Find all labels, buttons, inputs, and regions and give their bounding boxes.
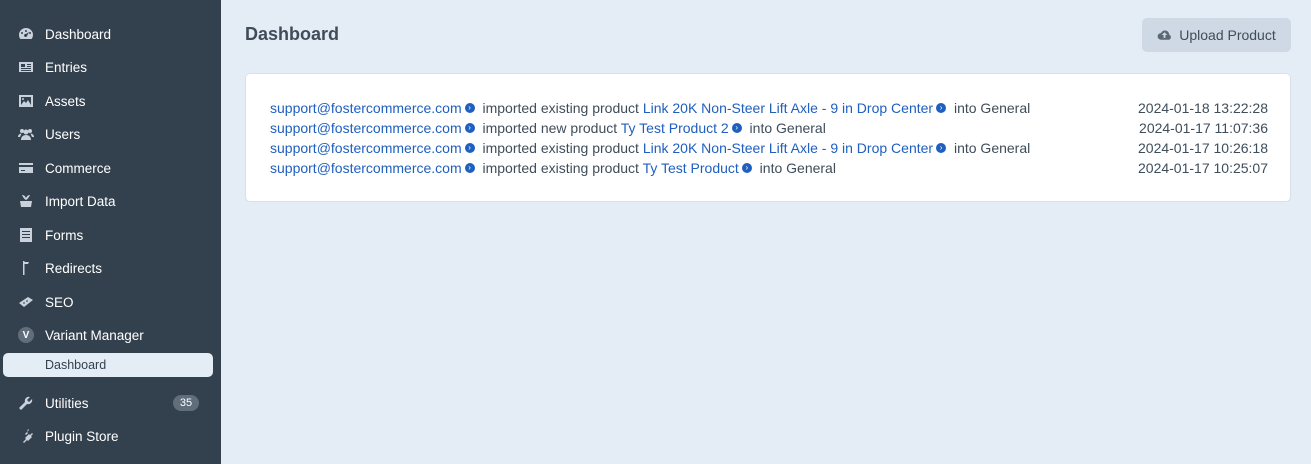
sidebar-item-label: Dashboard <box>45 26 112 42</box>
log-product-link[interactable]: Link 20K Non-Steer Lift Axle - 9 in Drop… <box>643 140 933 156</box>
arrow-circle-icon[interactable]: › <box>936 103 947 114</box>
sidebar: Dashboard Entries Assets Users Commerce … <box>0 0 221 464</box>
sidebar-item-dashboard[interactable]: Dashboard <box>0 19 221 49</box>
sidebar-item-redirects[interactable]: Redirects <box>0 253 221 283</box>
log-suffix: into General <box>950 140 1031 156</box>
sidebar-item-plugin-store[interactable]: Plugin Store <box>0 421 221 451</box>
import-icon <box>17 192 35 210</box>
sidebar-item-label: Import Data <box>45 193 116 209</box>
arrow-circle-icon[interactable]: › <box>464 123 475 134</box>
seo-icon <box>17 293 35 311</box>
sidebar-item-utilities[interactable]: Utilities 35 <box>0 388 221 418</box>
sidebar-item-seo[interactable]: SEO <box>0 287 221 317</box>
v-icon-letter: V <box>18 327 34 343</box>
form-icon <box>17 226 35 244</box>
log-action: imported new product <box>478 120 621 136</box>
log-user-link[interactable]: support@fostercommerce.com <box>270 140 462 156</box>
log-user-link[interactable]: support@fostercommerce.com <box>270 160 462 176</box>
arrow-circle-icon[interactable]: › <box>741 163 752 174</box>
sidebar-item-label: Assets <box>45 93 86 109</box>
arrow-circle-icon[interactable]: › <box>464 143 475 154</box>
gauge-icon <box>17 25 35 43</box>
arrow-circle-icon[interactable]: › <box>936 143 947 154</box>
log-timestamp: 2024-01-17 11:07:36 <box>1139 120 1268 136</box>
page-title: Dashboard <box>245 24 340 44</box>
plug-icon <box>17 427 35 445</box>
log-row: support@fostercommerce.com › imported exi… <box>270 158 1268 178</box>
log-row: support@fostercommerce.com › imported exi… <box>270 138 1268 158</box>
sidebar-item-label: Forms <box>45 227 84 243</box>
arrow-circle-icon[interactable]: › <box>464 163 475 174</box>
log-timestamp: 2024-01-18 13:22:28 <box>1138 100 1268 116</box>
sidebar-item-label: Redirects <box>45 260 103 276</box>
log-timestamp: 2024-01-17 10:26:18 <box>1138 140 1268 156</box>
image-icon <box>17 92 35 110</box>
sidebar-item-variant-manager[interactable]: V Variant Manager <box>0 320 221 350</box>
signpost-icon <box>17 259 35 277</box>
sidebar-item-label: Users <box>45 126 81 142</box>
upload-product-label: Upload Product <box>1179 27 1276 43</box>
sidebar-item-users[interactable]: Users <box>0 119 221 149</box>
log-row: support@fostercommerce.com › imported new… <box>270 118 1268 138</box>
newspaper-icon <box>17 58 35 76</box>
sidebar-item-label: Entries <box>45 59 88 75</box>
log-action: imported existing product <box>478 100 643 116</box>
log-action: imported existing product <box>478 160 643 176</box>
log-user-link[interactable]: support@fostercommerce.com <box>270 120 462 136</box>
sidebar-item-assets[interactable]: Assets <box>0 86 221 116</box>
wrench-icon <box>17 394 35 412</box>
sidebar-item-label: Utilities <box>45 395 89 411</box>
sidebar-item-label: SEO <box>45 294 74 310</box>
log-user-link[interactable]: support@fostercommerce.com <box>270 100 462 116</box>
sidebar-subitem-label: Dashboard <box>45 358 107 372</box>
log-suffix: into General <box>950 100 1031 116</box>
import-log-card: support@fostercommerce.com › imported exi… <box>245 73 1291 202</box>
log-suffix: into General <box>745 120 826 136</box>
sidebar-item-import-data[interactable]: Import Data <box>0 186 221 216</box>
log-timestamp: 2024-01-17 10:25:07 <box>1138 160 1268 176</box>
cloud-upload-icon <box>1157 29 1172 40</box>
users-icon <box>17 125 35 143</box>
log-product-link[interactable]: Link 20K Non-Steer Lift Axle - 9 in Drop… <box>643 100 933 116</box>
v-icon: V <box>17 326 35 344</box>
sidebar-item-forms[interactable]: Forms <box>0 220 221 250</box>
arrow-circle-icon[interactable]: › <box>464 103 475 114</box>
log-suffix: into General <box>755 160 836 176</box>
sidebar-item-label: Commerce <box>45 160 112 176</box>
upload-product-button[interactable]: Upload Product <box>1142 18 1291 52</box>
utilities-badge: 35 <box>173 395 199 411</box>
credit-card-icon <box>17 159 35 177</box>
sidebar-item-label: Variant Manager <box>45 327 144 343</box>
log-product-link[interactable]: Ty Test Product <box>643 160 739 176</box>
log-action: imported existing product <box>478 140 643 156</box>
sidebar-subitem-dashboard[interactable]: Dashboard <box>3 353 213 377</box>
log-row: support@fostercommerce.com › imported exi… <box>270 98 1268 118</box>
sidebar-item-entries[interactable]: Entries <box>0 52 221 82</box>
log-product-link[interactable]: Ty Test Product 2 <box>621 120 729 136</box>
sidebar-item-label: Plugin Store <box>45 428 119 444</box>
sidebar-item-commerce[interactable]: Commerce <box>0 153 221 183</box>
arrow-circle-icon[interactable]: › <box>731 123 742 134</box>
